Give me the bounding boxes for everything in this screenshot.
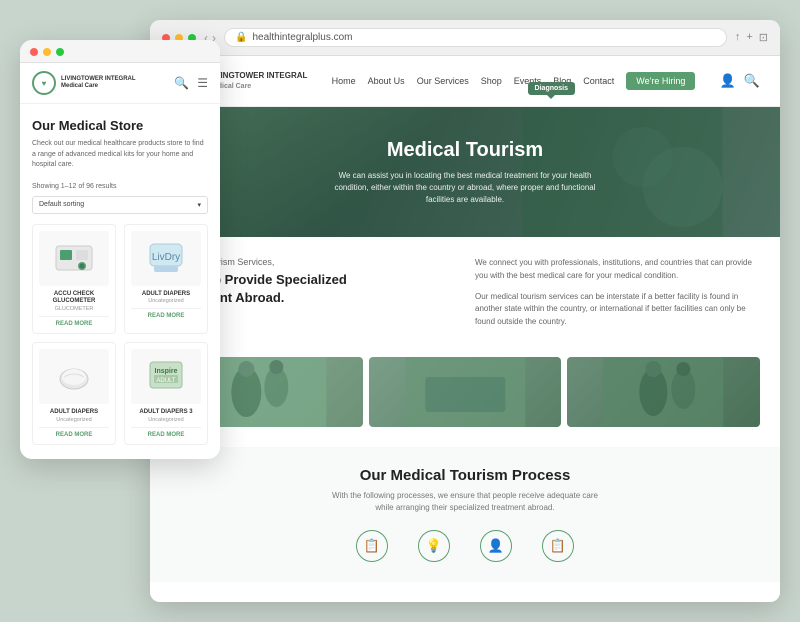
nav-services[interactable]: Our Services xyxy=(417,76,469,86)
mobile-titlebar xyxy=(20,40,220,63)
diagnosis-tooltip: Diagnosis xyxy=(528,82,575,95)
svg-text:Inspire: Inspire xyxy=(155,368,178,375)
product-name: ADULT DIAPERS xyxy=(39,409,109,417)
mobile-logo-text: LIVINGTOWER INTEGRAL Medical Care xyxy=(61,76,136,90)
lock-icon: 🔒 xyxy=(235,32,247,43)
search-icon[interactable]: 🔍 xyxy=(744,73,760,89)
mobile-window: ♥ LIVINGTOWER INTEGRAL Medical Care 🔍 ☰ … xyxy=(20,40,220,459)
process-step-1: 📋 xyxy=(356,530,388,562)
sort-dropdown[interactable]: Default sorting ▾ xyxy=(32,196,208,214)
nav-home[interactable]: Home xyxy=(332,76,356,86)
mobile-nav-icons[interactable]: 🔍 ☰ xyxy=(174,76,208,90)
process-step-2: 💡 xyxy=(418,530,450,562)
site-header: ♥ LIVINGTOWER INTEGRAL Medical Care Home… xyxy=(150,56,780,107)
close-dot[interactable] xyxy=(30,48,38,56)
product-card: Inspire ADULT ADULT DIAPERS 3 Uncategori… xyxy=(124,342,208,445)
site-navigation: Home About Us Our Services Shop Events B… xyxy=(332,72,696,90)
services-right-column: We connect you with professionals, insti… xyxy=(475,257,760,337)
products-grid: ACCU CHECKGLUCOMETER GLUCOMETER READ MOR… xyxy=(32,224,208,445)
product-image xyxy=(39,231,109,286)
process-icon-1: 📋 xyxy=(356,530,388,562)
hero-content: Medical Tourism We can assist you in loc… xyxy=(325,139,605,206)
read-more-button[interactable]: READ MORE xyxy=(39,316,109,327)
process-step-4: 📋 xyxy=(542,530,574,562)
svg-text:LivDry: LivDry xyxy=(152,252,180,263)
services-section: Medical Tourism Services, We Help Provid… xyxy=(170,257,760,337)
store-title: Our Medical Store xyxy=(32,118,208,133)
process-icon-2: 💡 xyxy=(418,530,450,562)
product-card: ACCU CHECKGLUCOMETER GLUCOMETER READ MOR… xyxy=(32,224,116,335)
product-card: LivDry Adult diapers Uncategorized READ … xyxy=(124,224,208,335)
site-main-content: Medical Tourism Services, We Help Provid… xyxy=(150,237,780,602)
chevron-down-icon: ▾ xyxy=(197,201,201,209)
read-more-button[interactable]: READ MORE xyxy=(131,308,201,319)
process-icons-row: 📋 💡 👤 📋 xyxy=(170,530,760,562)
product-image: LivDry xyxy=(131,231,201,286)
mobile-nav: ♥ LIVINGTOWER INTEGRAL Medical Care 🔍 ☰ xyxy=(20,63,220,104)
svg-text:ADULT: ADULT xyxy=(156,378,176,384)
services-body-1: We connect you with professionals, insti… xyxy=(475,257,760,283)
url-text: healthintegralplus.com xyxy=(252,32,352,43)
product-category: Uncategorized xyxy=(131,417,201,423)
process-icon-4: 📋 xyxy=(542,530,574,562)
hero-banner: Medical Tourism We can assist you in loc… xyxy=(150,107,780,237)
process-icon-3: 👤 xyxy=(480,530,512,562)
product-image: Inspire ADULT xyxy=(131,349,201,404)
url-bar[interactable]: 🔒 healthintegralplus.com xyxy=(224,28,727,47)
hero-description: We can assist you in locating the best m… xyxy=(325,170,605,206)
process-section: Our Medical Tourism Process With the fol… xyxy=(150,447,780,582)
services-images xyxy=(170,357,760,427)
mobile-content: Our Medical Store Check out our medical … xyxy=(20,104,220,459)
service-image-2 xyxy=(369,357,562,427)
user-icon[interactable]: 👤 xyxy=(720,73,736,89)
nav-contact[interactable]: Contact xyxy=(583,76,614,86)
process-step-3: 👤 xyxy=(480,530,512,562)
more-icon[interactable]: ⊡ xyxy=(759,31,768,44)
services-body-2: Our medical tourism services can be inte… xyxy=(475,291,760,329)
mobile-logo: ♥ LIVINGTOWER INTEGRAL Medical Care xyxy=(32,71,136,95)
nav-cta[interactable]: We're Hiring xyxy=(626,72,695,90)
minimize-dot[interactable] xyxy=(43,48,51,56)
browser-titlebar: ‹ › 🔒 healthintegralplus.com ↑ + ⊡ xyxy=(150,20,780,56)
process-title: Our Medical Tourism Process xyxy=(170,467,760,484)
browser-window: ‹ › 🔒 healthintegralplus.com ↑ + ⊡ ♥ LIV… xyxy=(150,20,780,602)
product-name: ADULT DIAPERS 3 xyxy=(131,409,201,417)
results-count: Showing 1–12 of 96 results xyxy=(32,183,208,190)
hero-title: Medical Tourism xyxy=(325,139,605,162)
browser-actions[interactable]: ↑ + ⊡ xyxy=(735,31,768,44)
menu-icon[interactable]: ☰ xyxy=(197,76,208,90)
header-icons[interactable]: 👤 🔍 xyxy=(720,73,760,89)
service-image-3 xyxy=(567,357,760,427)
add-tab-icon[interactable]: + xyxy=(746,31,752,44)
nav-about[interactable]: About Us xyxy=(368,76,405,86)
product-category: GLUCOMETER xyxy=(39,306,109,312)
process-description: With the following processes, we ensure … xyxy=(325,490,605,514)
mobile-logo-icon: ♥ xyxy=(32,71,56,95)
store-description: Check out our medical healthcare product… xyxy=(32,139,208,171)
maximize-dot[interactable] xyxy=(56,48,64,56)
search-icon[interactable]: 🔍 xyxy=(174,76,189,90)
product-category: Uncategorized xyxy=(39,417,109,423)
product-card: ADULT DIAPERS Uncategorized READ MORE xyxy=(32,342,116,445)
share-icon[interactable]: ↑ xyxy=(735,31,741,44)
read-more-button[interactable]: READ MORE xyxy=(39,427,109,438)
product-image xyxy=(39,349,109,404)
product-name: Adult diapers xyxy=(131,291,201,299)
logo-text: LIVINGTOWER INTEGRAL Medical Care xyxy=(208,71,307,90)
read-more-button[interactable]: READ MORE xyxy=(131,427,201,438)
nav-shop[interactable]: Shop xyxy=(481,76,502,86)
product-name: ACCU CHECKGLUCOMETER xyxy=(39,291,109,307)
product-category: Uncategorized xyxy=(131,298,201,304)
